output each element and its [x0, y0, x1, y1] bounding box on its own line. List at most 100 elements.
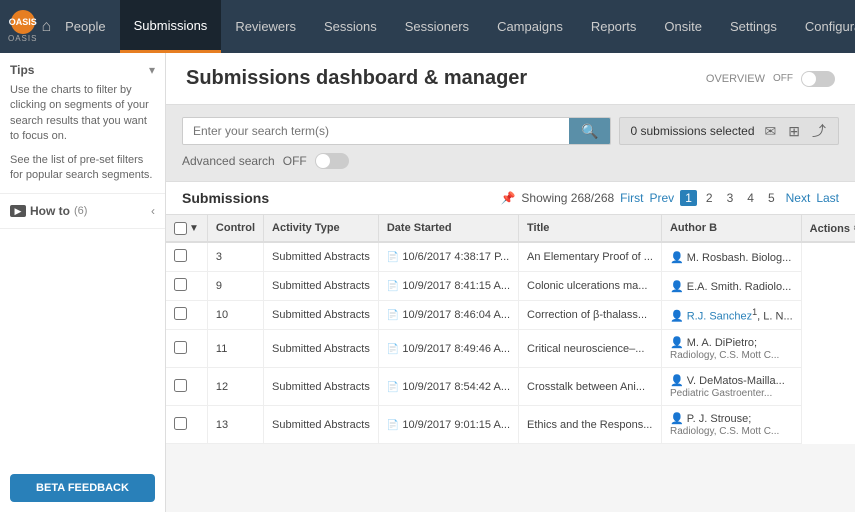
- search-button[interactable]: 🔍: [569, 118, 610, 144]
- last-page-btn[interactable]: Last: [816, 191, 839, 205]
- howto-label: How to: [30, 204, 70, 218]
- th-checkbox: ▼: [166, 215, 207, 242]
- nav-item-settings[interactable]: Settings: [716, 0, 791, 53]
- logo-circle: OASIS: [11, 10, 35, 34]
- logo-text: OASIS: [8, 34, 37, 43]
- nav-item-people[interactable]: People: [51, 0, 119, 53]
- row-select-checkbox[interactable]: [174, 278, 187, 291]
- row-select-checkbox[interactable]: [174, 341, 187, 354]
- page-num-4[interactable]: 4: [742, 190, 759, 206]
- overview-state: OFF: [773, 73, 793, 84]
- row-select-checkbox[interactable]: [174, 379, 187, 392]
- nav-item-reports[interactable]: Reports: [577, 0, 651, 53]
- table-row: 13 Submitted Abstracts 📄 10/9/2017 9:01:…: [166, 406, 855, 444]
- row-title: Crosstalk between Ani...: [519, 368, 662, 406]
- row-date: 📄 10/9/2017 8:49:46 A...: [378, 330, 518, 368]
- play-icon: ▶: [10, 205, 26, 217]
- row-title: Correction of β-thalass...: [519, 301, 662, 330]
- row-author: 👤 R.J. Sanchez1, L. N...: [661, 301, 801, 330]
- th-select: ▼: [174, 222, 199, 235]
- nav-item-sessions[interactable]: Sessions: [310, 0, 391, 53]
- submissions-tbody: 3 Submitted Abstracts 📄 10/6/2017 4:38:1…: [166, 242, 855, 444]
- row-activity-type: Submitted Abstracts: [264, 368, 379, 406]
- row-activity-type: Submitted Abstracts: [264, 301, 379, 330]
- row-select-checkbox[interactable]: [174, 249, 187, 262]
- submissions-area: Submissions 📌 Showing 268/268 First Prev…: [166, 182, 855, 444]
- row-date: 📄 10/6/2017 4:38:17 P...: [378, 242, 518, 272]
- row-checkbox: [166, 368, 207, 406]
- beta-feedback-button[interactable]: BETA FEEDBACK: [10, 474, 155, 502]
- advanced-toggle-switch[interactable]: [315, 153, 349, 169]
- tips-section: Tips ▾ Use the charts to filter by click…: [0, 53, 165, 194]
- submissions-table: ▼ Control Activity Type Date Started Tit…: [166, 215, 855, 444]
- nav-item-submissions[interactable]: Submissions: [120, 0, 222, 53]
- row-checkbox: [166, 330, 207, 368]
- table-row: 3 Submitted Abstracts 📄 10/6/2017 4:38:1…: [166, 242, 855, 272]
- tips-text2: See the list of pre-set filters for popu…: [10, 153, 155, 184]
- author-sup: 1: [752, 307, 757, 317]
- howto-collapse-icon[interactable]: ‹: [151, 204, 155, 218]
- row-activity-type: Submitted Abstracts: [264, 272, 379, 301]
- th-date-started: Date Started: [378, 215, 518, 242]
- row-author: 👤 M. A. DiPietro;Radiology, C.S. Mott C.…: [661, 330, 801, 368]
- tips-collapse-icon[interactable]: ▾: [149, 63, 155, 77]
- selections-info: 0 submissions selected ✉ ⊞ ⤴: [619, 117, 839, 145]
- nav-item-onsite[interactable]: Onsite: [650, 0, 716, 53]
- row-select-checkbox[interactable]: [174, 417, 187, 430]
- nav-item-sessioners[interactable]: Sessioners: [391, 0, 483, 53]
- row-title: Colonic ulcerations ma...: [519, 272, 662, 301]
- overview-label: OVERVIEW: [706, 73, 765, 85]
- top-nav: OASIS OASIS ⌂ People Submissions Reviewe…: [0, 0, 855, 53]
- copy-icon-button[interactable]: ⊞: [786, 121, 802, 142]
- row-checkbox: [166, 406, 207, 444]
- search-bar-row: 🔍 0 submissions selected ✉ ⊞ ⤴: [182, 117, 839, 145]
- select-all-checkbox[interactable]: [174, 222, 187, 235]
- pin-icon: 📌: [500, 191, 515, 205]
- export-icon-button[interactable]: ⤴: [810, 119, 828, 143]
- row-author: 👤 M. Rosbash. Biolog...: [661, 242, 801, 272]
- home-icon[interactable]: ⌂: [41, 0, 51, 53]
- page-num-3[interactable]: 3: [722, 190, 739, 206]
- submissions-toolbar: Submissions 📌 Showing 268/268 First Prev…: [166, 182, 855, 215]
- nav-item-campaigns[interactable]: Campaigns: [483, 0, 577, 53]
- author-name: R.J. Sanchez: [687, 311, 752, 323]
- search-input-wrap: 🔍: [182, 117, 611, 145]
- prev-page-btn[interactable]: Prev: [650, 191, 675, 205]
- row-select-checkbox[interactable]: [174, 307, 187, 320]
- page-nums: 1 2 3 4 5: [680, 190, 779, 206]
- search-input[interactable]: [183, 118, 569, 144]
- nav-item-reviewers[interactable]: Reviewers: [221, 0, 310, 53]
- page-num-5[interactable]: 5: [763, 190, 780, 206]
- table-row: 12 Submitted Abstracts 📄 10/9/2017 8:54:…: [166, 368, 855, 406]
- app-logo: OASIS OASIS: [8, 10, 37, 43]
- howto-section[interactable]: ▶ How to (6) ‹: [0, 194, 165, 229]
- row-title: Ethics and the Respons...: [519, 406, 662, 444]
- page-num-2[interactable]: 2: [701, 190, 718, 206]
- next-page-btn[interactable]: Next: [786, 191, 811, 205]
- email-icon-button[interactable]: ✉: [763, 121, 779, 142]
- row-control: 10: [207, 301, 263, 330]
- pagination-info: 📌 Showing 268/268 First Prev 1 2 3 4 5 N…: [500, 190, 839, 206]
- overview-toggle-switch[interactable]: [801, 71, 835, 87]
- page-layout: Tips ▾ Use the charts to filter by click…: [0, 53, 855, 512]
- row-date: 📄 10/9/2017 8:41:15 A...: [378, 272, 518, 301]
- page-num-1[interactable]: 1: [680, 190, 697, 206]
- selected-count: 0 submissions selected: [630, 124, 754, 138]
- main-content: Submissions dashboard & manager OVERVIEW…: [166, 53, 855, 512]
- row-activity-type: Submitted Abstracts: [264, 242, 379, 272]
- page-title: Submissions dashboard & manager: [186, 67, 527, 90]
- howto-count: (6): [74, 205, 87, 217]
- row-title: Critical neuroscience–...: [519, 330, 662, 368]
- nav-item-configuration[interactable]: Configuration: [791, 0, 855, 53]
- th-author: Author B: [661, 215, 801, 242]
- advanced-row: Advanced search OFF: [182, 153, 839, 169]
- first-page-btn[interactable]: First: [620, 191, 643, 205]
- howto-header[interactable]: ▶ How to (6) ‹: [10, 204, 155, 218]
- table-row: 11 Submitted Abstracts 📄 10/9/2017 8:49:…: [166, 330, 855, 368]
- th-title: Title: [519, 215, 662, 242]
- th-actions: Actions ⚙: [801, 215, 855, 242]
- row-control: 3: [207, 242, 263, 272]
- search-area: 🔍 0 submissions selected ✉ ⊞ ⤴ Advanced …: [166, 105, 855, 182]
- row-author: 👤 P. J. Strouse;Radiology, C.S. Mott C..…: [661, 406, 801, 444]
- th-chevron[interactable]: ▼: [189, 223, 199, 234]
